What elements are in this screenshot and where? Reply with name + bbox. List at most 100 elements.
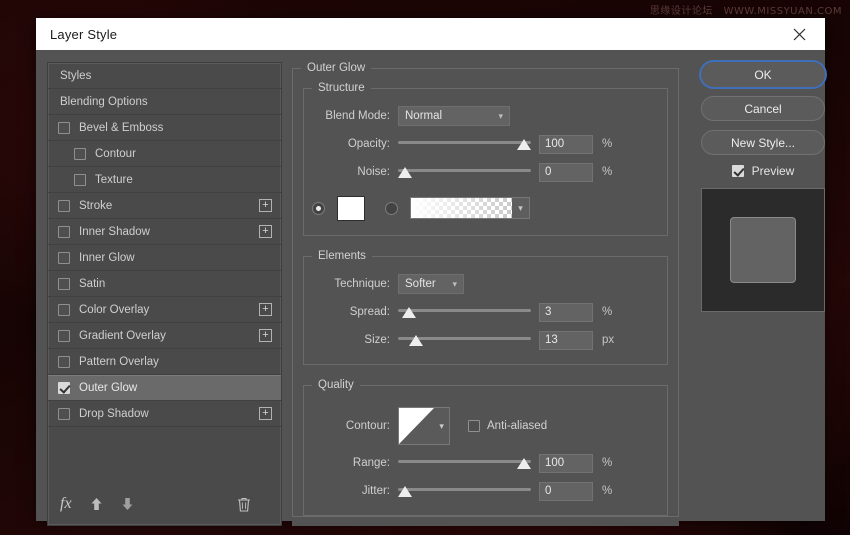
- trash-icon[interactable]: [237, 497, 251, 512]
- style-item-label: Inner Glow: [79, 252, 135, 264]
- size-input[interactable]: 13: [539, 331, 593, 350]
- arrow-up-icon[interactable]: [90, 497, 103, 511]
- style-list-item-inner-shadow[interactable]: Inner Shadow+: [48, 219, 281, 245]
- chevron-down-icon[interactable]: ▾: [434, 408, 449, 444]
- opacity-input[interactable]: 100: [539, 135, 593, 154]
- quality-group-title: Quality: [312, 379, 360, 391]
- style-item-checkbox[interactable]: [58, 330, 70, 342]
- blend-mode-value: Normal: [405, 110, 442, 122]
- spread-input[interactable]: 3: [539, 303, 593, 322]
- cancel-button[interactable]: Cancel: [701, 96, 825, 121]
- style-item-label: Texture: [95, 174, 133, 186]
- range-slider[interactable]: [398, 453, 531, 473]
- style-list-item-blending-options[interactable]: Blending Options: [48, 89, 281, 115]
- arrow-down-icon[interactable]: [121, 497, 134, 511]
- noise-slider-thumb[interactable]: [398, 167, 412, 178]
- add-effect-button[interactable]: +: [259, 199, 272, 212]
- style-item-checkbox[interactable]: [58, 200, 70, 212]
- style-list-item-drop-shadow[interactable]: Drop Shadow+: [48, 401, 281, 427]
- opacity-slider-track: [398, 141, 531, 144]
- style-item-checkbox[interactable]: [58, 382, 70, 394]
- opacity-label: Opacity:: [312, 138, 390, 150]
- style-list-item-texture[interactable]: Texture: [48, 167, 281, 193]
- contour-picker[interactable]: ▾: [398, 407, 450, 445]
- style-item-checkbox[interactable]: [74, 174, 86, 186]
- opacity-slider[interactable]: [398, 134, 531, 154]
- style-item-checkbox[interactable]: [58, 226, 70, 238]
- style-item-label: Bevel & Emboss: [79, 122, 163, 134]
- style-list-item-pattern-overlay[interactable]: Pattern Overlay: [48, 349, 281, 375]
- layer-style-dialog: Layer Style StylesBlending OptionsBevel …: [36, 18, 825, 521]
- styles-panel: StylesBlending Options Bevel & Emboss Cont…: [47, 62, 282, 526]
- add-effect-button[interactable]: +: [259, 407, 272, 420]
- blend-mode-label: Blend Mode:: [312, 110, 390, 122]
- style-item-checkbox[interactable]: [58, 278, 70, 290]
- style-item-label: Gradient Overlay: [79, 330, 166, 342]
- radio-solid-color[interactable]: [312, 202, 325, 215]
- noise-slider[interactable]: [398, 162, 531, 182]
- style-list-item-gradient-overlay[interactable]: Gradient Overlay +: [48, 323, 281, 349]
- watermark-cn-text: 思缘设计论坛: [650, 6, 713, 17]
- radio-gradient[interactable]: [385, 202, 398, 215]
- style-list-item-contour[interactable]: Contour: [48, 141, 281, 167]
- contour-row: Contour: ▾ Anti-aliased: [304, 405, 667, 447]
- range-unit: %: [602, 457, 612, 469]
- jitter-input[interactable]: 0: [539, 482, 593, 501]
- style-item-label: Outer Glow: [79, 382, 137, 394]
- size-unit: px: [602, 334, 614, 346]
- style-item-label: Color Overlay: [79, 304, 149, 316]
- noise-input[interactable]: 0: [539, 163, 593, 182]
- opacity-slider-thumb[interactable]: [517, 139, 531, 150]
- anti-aliased-label: Anti-aliased: [487, 420, 547, 432]
- style-list-item-outer-glow[interactable]: Outer Glow: [48, 375, 281, 401]
- spread-slider-thumb[interactable]: [402, 307, 416, 318]
- style-list-item-styles[interactable]: Styles: [48, 63, 281, 89]
- style-item-checkbox[interactable]: [58, 252, 70, 264]
- style-item-checkbox[interactable]: [58, 304, 70, 316]
- anti-aliased-box[interactable]: [468, 420, 480, 432]
- style-list-item-satin[interactable]: Satin: [48, 271, 281, 297]
- spread-row: Spread: 3 %: [304, 300, 667, 324]
- glow-color-swatch[interactable]: [337, 196, 365, 221]
- blend-mode-select[interactable]: Normal ▾: [398, 106, 510, 126]
- technique-select[interactable]: Softer ▾: [398, 274, 464, 294]
- style-item-checkbox[interactable]: [74, 148, 86, 160]
- jitter-label: Jitter:: [312, 485, 390, 497]
- style-item-checkbox[interactable]: [58, 408, 70, 420]
- jitter-slider-thumb[interactable]: [398, 486, 412, 497]
- anti-aliased-checkbox[interactable]: Anti-aliased: [468, 420, 547, 432]
- range-slider-thumb[interactable]: [517, 458, 531, 469]
- style-item-label: Stroke: [79, 200, 112, 212]
- actions-panel: OK Cancel New Style... Preview: [701, 62, 819, 312]
- preview-checkbox[interactable]: Preview: [701, 164, 825, 178]
- style-item-checkbox[interactable]: [58, 356, 70, 368]
- preview-box[interactable]: [732, 165, 744, 177]
- fx-icon[interactable]: fx: [60, 495, 72, 513]
- style-item-checkbox[interactable]: [58, 122, 70, 134]
- style-list-item-bevel-emboss[interactable]: Bevel & Emboss: [48, 115, 281, 141]
- glow-gradient-picker[interactable]: ▾: [410, 197, 530, 219]
- size-slider-thumb[interactable]: [409, 335, 423, 346]
- options-panel: Outer Glow Structure Blend Mode: Normal …: [292, 62, 679, 526]
- ok-button[interactable]: OK: [701, 62, 825, 87]
- range-input[interactable]: 100: [539, 454, 593, 473]
- add-effect-button[interactable]: +: [259, 329, 272, 342]
- style-list-item-stroke[interactable]: Stroke +: [48, 193, 281, 219]
- size-slider[interactable]: [398, 330, 531, 350]
- style-list-item-inner-glow[interactable]: Inner Glow: [48, 245, 281, 271]
- preview-label: Preview: [752, 164, 795, 178]
- jitter-slider[interactable]: [398, 481, 531, 501]
- style-item-label: Pattern Overlay: [79, 356, 159, 368]
- structure-group-title: Structure: [312, 82, 371, 94]
- noise-label: Noise:: [312, 166, 390, 178]
- style-list-item-color-overlay[interactable]: Color Overlay +: [48, 297, 281, 323]
- spread-slider[interactable]: [398, 302, 531, 322]
- chevron-down-icon[interactable]: ▾: [512, 198, 529, 218]
- gradient-preview: [411, 198, 512, 218]
- add-effect-button[interactable]: +: [259, 225, 272, 238]
- size-row: Size: 13 px: [304, 328, 667, 352]
- add-effect-button[interactable]: +: [259, 303, 272, 316]
- new-style-button[interactable]: New Style...: [701, 130, 825, 155]
- chevron-down-icon: ▾: [486, 111, 503, 122]
- close-icon[interactable]: [777, 18, 821, 50]
